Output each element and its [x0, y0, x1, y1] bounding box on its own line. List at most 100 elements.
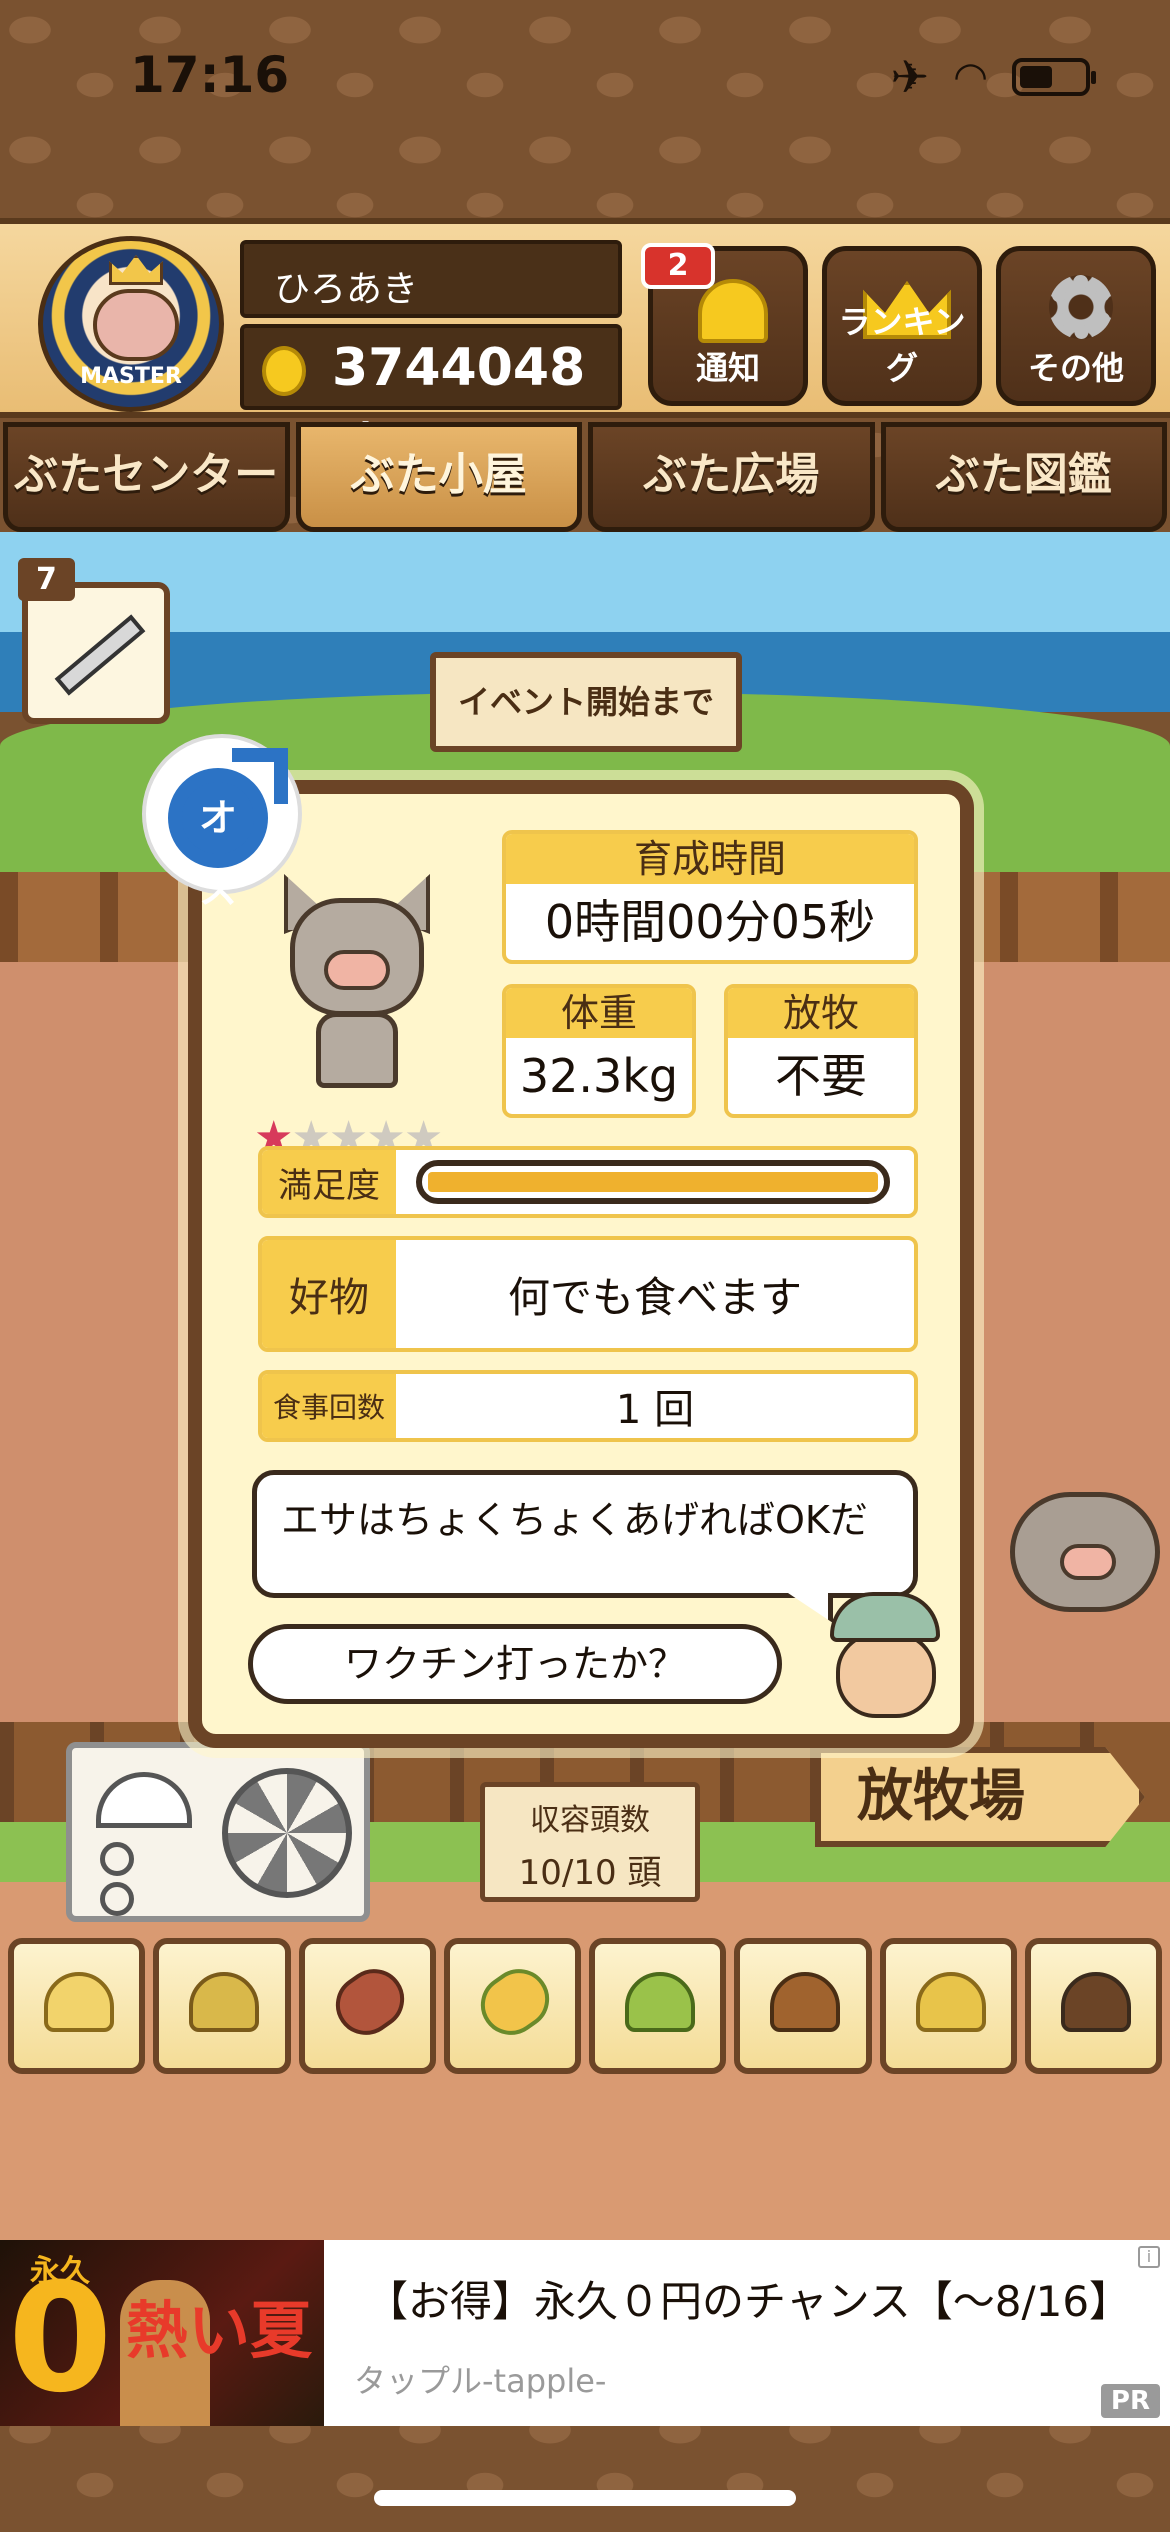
grazing-value: 不要: [775, 1049, 867, 1103]
knob-icon: [100, 1842, 134, 1876]
pig-status-dialog[interactable]: オス ★★★★★ 育成時間 0時間00分05秒 体重 32.3kg 放牧 不要 …: [142, 734, 974, 1748]
favorite-food-row: 好物 何でも食べます: [258, 1236, 918, 1352]
syringe-icon: [54, 614, 146, 696]
farmer-icon: [822, 1592, 952, 1722]
food-slot-meatball[interactable]: [1024, 1938, 1162, 2074]
weight-label: 体重: [506, 988, 692, 1038]
food-slot-grain[interactable]: [8, 1938, 146, 2074]
food-slot-soybean[interactable]: [879, 1938, 1017, 2074]
vaccine-button[interactable]: 7: [18, 558, 170, 724]
food-slot-beans[interactable]: [589, 1938, 727, 2074]
capacity-value: 10/10 頭: [518, 1853, 662, 1893]
fan-icon: [222, 1768, 352, 1898]
soybean-plate-icon: [915, 1972, 986, 2032]
growth-time-label: 育成時間: [506, 834, 914, 884]
airplane-icon: ✈: [890, 50, 930, 104]
pig-nose-icon: [324, 950, 390, 990]
grazing-box: 放牧 不要: [724, 984, 918, 1118]
weight-box: 体重 32.3kg: [502, 984, 696, 1118]
farmer-face-icon: [836, 1632, 936, 1718]
battery-icon: [1012, 58, 1096, 96]
capacity-sign: 収容頭数 10/10 頭: [480, 1782, 700, 1902]
knob-icon: [100, 1882, 134, 1916]
ad-banner[interactable]: 永久 0 熱い夏 【お得】永久０円のチャンス【〜8/16】 タップル-tappl…: [0, 2240, 1170, 2426]
grazing-label: 放牧: [728, 988, 914, 1038]
vaccine-count: 7: [18, 558, 75, 601]
status-time: 17:16: [130, 46, 290, 104]
ad-image-summer: 熱い夏: [125, 2294, 312, 2367]
meal-count-row: 食事回数 1 回: [258, 1370, 918, 1442]
tab-buta-center[interactable]: ぶたセンター: [3, 422, 290, 532]
gear-icon: [1049, 275, 1113, 339]
ad-title[interactable]: 【お得】永久０円のチャンス【〜8/16】: [366, 2268, 1131, 2329]
food-slot-corn[interactable]: [443, 1938, 581, 2074]
meals-value: 1 回: [615, 1387, 695, 1433]
tab-buta-encyclopedia[interactable]: ぶた図鑑: [880, 422, 1167, 532]
notification-label: 通知: [695, 349, 760, 387]
weight-value: 32.3kg: [519, 1049, 679, 1103]
pig-sprite[interactable]: [1000, 1472, 1170, 1672]
pig-body-icon: [316, 1012, 398, 1088]
main-tabs: ぶたセンター ぶた小屋 ぶた広場 ぶた図鑑: [0, 422, 1170, 532]
ad-source: タップル-tapple-: [354, 2362, 607, 2400]
gender-badge: オス: [142, 734, 302, 912]
ranking-label: ランキング: [838, 303, 966, 387]
pig-portrait: [272, 874, 442, 1094]
event-sign[interactable]: イベント開始まで: [430, 652, 742, 752]
ad-image[interactable]: 永久 0 熱い夏: [0, 2240, 324, 2426]
favorite-value: 何でも食べます: [507, 1272, 802, 1322]
points-display: 3744048 pt: [240, 324, 622, 454]
wifi-icon: ◠: [953, 54, 988, 100]
satisfaction-label: 満足度: [262, 1150, 396, 1214]
sweet-potato-icon: [323, 1957, 416, 2047]
crown-icon: [109, 255, 163, 285]
farmer-hat-icon: [830, 1592, 940, 1642]
tab-buta-hut[interactable]: ぶた小屋: [295, 422, 582, 532]
ad-info-icon[interactable]: i: [1138, 2246, 1160, 2268]
food-bar: [8, 1938, 1162, 2074]
acorn-icon: [770, 1972, 841, 2032]
header-board: MASTER ひろあき 3744048 pt 2 通知 ランキング その他: [0, 218, 1170, 454]
corn-icon: [468, 1957, 561, 2047]
male-arrow-icon: [232, 748, 288, 804]
vaccine-prompt-bubble[interactable]: ワクチン打ったか？: [248, 1624, 782, 1704]
pig-avatar-icon: [93, 289, 179, 361]
meals-label: 食事回数: [262, 1374, 396, 1438]
coin-icon: [262, 346, 306, 396]
food-slot-sweet-potato[interactable]: [298, 1938, 436, 2074]
food-slot-acorn[interactable]: [734, 1938, 872, 2074]
satisfaction-fill: [428, 1172, 878, 1192]
satisfaction-bar: [416, 1160, 890, 1204]
sky: [0, 532, 1170, 642]
growth-time-value: 0時間00分05秒: [544, 895, 876, 949]
other-label: その他: [1027, 349, 1124, 387]
other-button[interactable]: その他: [996, 246, 1156, 406]
pig-nose-icon: [1060, 1544, 1116, 1580]
gauge-icon: [96, 1772, 192, 1828]
grain-pile-icon: [44, 1972, 114, 2032]
ad-image-zero: 0: [8, 2252, 113, 2426]
pasture-sign[interactable]: 放牧場: [815, 1747, 1145, 1847]
bell-icon: [698, 279, 768, 343]
mixed-grain-icon: [189, 1972, 260, 2032]
tab-buta-plaza[interactable]: ぶた広場: [588, 422, 875, 532]
ranking-button[interactable]: ランキング: [822, 246, 982, 406]
notification-button[interactable]: 2 通知: [641, 243, 808, 406]
master-label: MASTER: [80, 364, 182, 389]
capacity-label: 収容頭数: [530, 1803, 650, 1838]
status-icons: ✈ ◠: [890, 50, 1096, 104]
ad-pr-badge: PR: [1100, 2384, 1160, 2418]
food-slot-mixed-grain[interactable]: [153, 1938, 291, 2074]
points-value: 3744048: [332, 338, 586, 398]
notification-badge: 2: [641, 243, 715, 289]
home-indicator[interactable]: [374, 2490, 796, 2506]
beans-icon: [625, 1972, 695, 2032]
favorite-label: 好物: [262, 1240, 396, 1348]
ventilation-control-panel[interactable]: [66, 1742, 370, 1922]
meatball-plate-icon: [1060, 1972, 1131, 2032]
farmer-speech-bubble: エサはちょくちょくあげればOKだ: [252, 1470, 918, 1598]
satisfaction-row: 満足度: [258, 1146, 918, 1218]
growth-time-box: 育成時間 0時間00分05秒: [502, 830, 918, 964]
username: ひろあき: [240, 240, 622, 318]
master-badge[interactable]: MASTER: [38, 236, 224, 412]
